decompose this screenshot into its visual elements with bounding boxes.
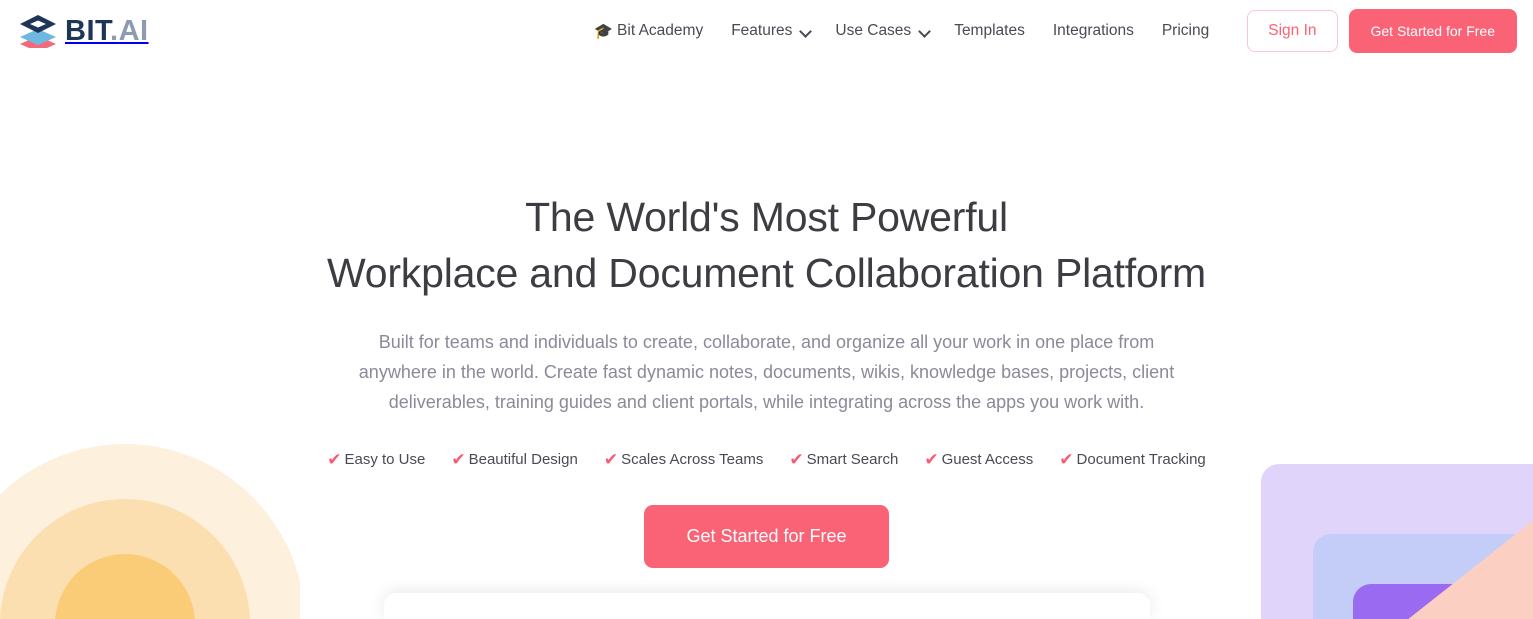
chevron-down-icon xyxy=(920,26,930,36)
main-navigation: 🎓 Bit Academy Features Use Cases Templat… xyxy=(580,9,1517,53)
check-icon: ✔ xyxy=(924,449,939,469)
rect-inner xyxy=(1353,584,1473,619)
feature-item-beautiful-design: ✔ Beautiful Design xyxy=(451,451,577,468)
logo-text-bit: BIT xyxy=(65,14,110,47)
nav-label: Bit Academy xyxy=(617,22,704,39)
nav-item-integrations[interactable]: Integrations xyxy=(1039,22,1148,40)
header-get-started-button[interactable]: Get Started for Free xyxy=(1348,9,1517,53)
feature-label: Scales Across Teams xyxy=(621,450,764,468)
nav-label: Features xyxy=(731,22,793,39)
hero-cta-container: Get Started for Free xyxy=(0,504,1533,568)
hero-subheading: Built for teams and individuals to creat… xyxy=(358,332,1175,413)
chevron-down-icon xyxy=(801,26,811,36)
check-icon: ✔ xyxy=(603,449,619,469)
preview-card-top-edge xyxy=(383,593,1150,619)
feature-label: Easy to Use xyxy=(344,450,426,468)
nav-item-features[interactable]: Features xyxy=(717,22,821,40)
sign-in-button[interactable]: Sign In xyxy=(1247,10,1338,52)
nav-label: Templates xyxy=(954,22,1025,39)
nav-label: Use Cases xyxy=(835,22,912,39)
headline-line-1: The World's Most Powerful xyxy=(525,194,1008,240)
logo-text-dot: . xyxy=(110,14,119,47)
graduation-cap-icon: 🎓 xyxy=(594,22,614,40)
feature-list: ✔ Easy to Use ✔ Beautiful Design ✔ Scale… xyxy=(0,451,1533,468)
nav-label: Pricing xyxy=(1161,22,1210,39)
page-title: The World's Most Powerful Workplace and … xyxy=(0,189,1533,301)
feature-label: Document Tracking xyxy=(1076,450,1206,468)
feature-label: Beautiful Design xyxy=(468,450,578,468)
stacked-layers-icon xyxy=(20,15,56,48)
feature-item-guest-access: ✔ Guest Access xyxy=(924,451,1033,468)
logo-link[interactable]: BIT.AI xyxy=(18,14,149,48)
hero-section: The World's Most Powerful Workplace and … xyxy=(0,62,1533,568)
nav-item-use-cases[interactable]: Use Cases xyxy=(821,22,940,40)
feature-label: Smart Search xyxy=(806,450,899,468)
check-icon: ✔ xyxy=(789,449,804,469)
feature-label: Guest Access xyxy=(941,450,1034,468)
check-icon: ✔ xyxy=(1059,449,1074,469)
check-icon: ✔ xyxy=(327,449,342,469)
nav-item-bit-academy[interactable]: 🎓 Bit Academy xyxy=(580,22,717,40)
feature-item-scales-across-teams: ✔ Scales Across Teams xyxy=(604,451,764,468)
feature-item-smart-search: ✔ Smart Search xyxy=(789,451,898,468)
site-header: BIT.AI 🎓 Bit Academy Features Use Cases … xyxy=(0,0,1533,62)
feature-item-document-tracking: ✔ Document Tracking xyxy=(1059,451,1205,468)
nav-item-pricing[interactable]: Pricing xyxy=(1148,22,1223,40)
headline-line-2: Workplace and Document Collaboration Pla… xyxy=(326,250,1206,297)
landing-page: BIT.AI 🎓 Bit Academy Features Use Cases … xyxy=(0,0,1533,619)
nav-item-templates[interactable]: Templates xyxy=(940,22,1039,40)
nav-label: Integrations xyxy=(1052,22,1134,39)
logo-wordmark: BIT.AI xyxy=(65,14,149,47)
logo-text-ai: AI xyxy=(118,14,149,47)
check-icon: ✔ xyxy=(451,449,466,469)
feature-item-easy-to-use: ✔ Easy to Use xyxy=(327,451,425,468)
hero-get-started-button[interactable]: Get Started for Free xyxy=(644,504,889,568)
